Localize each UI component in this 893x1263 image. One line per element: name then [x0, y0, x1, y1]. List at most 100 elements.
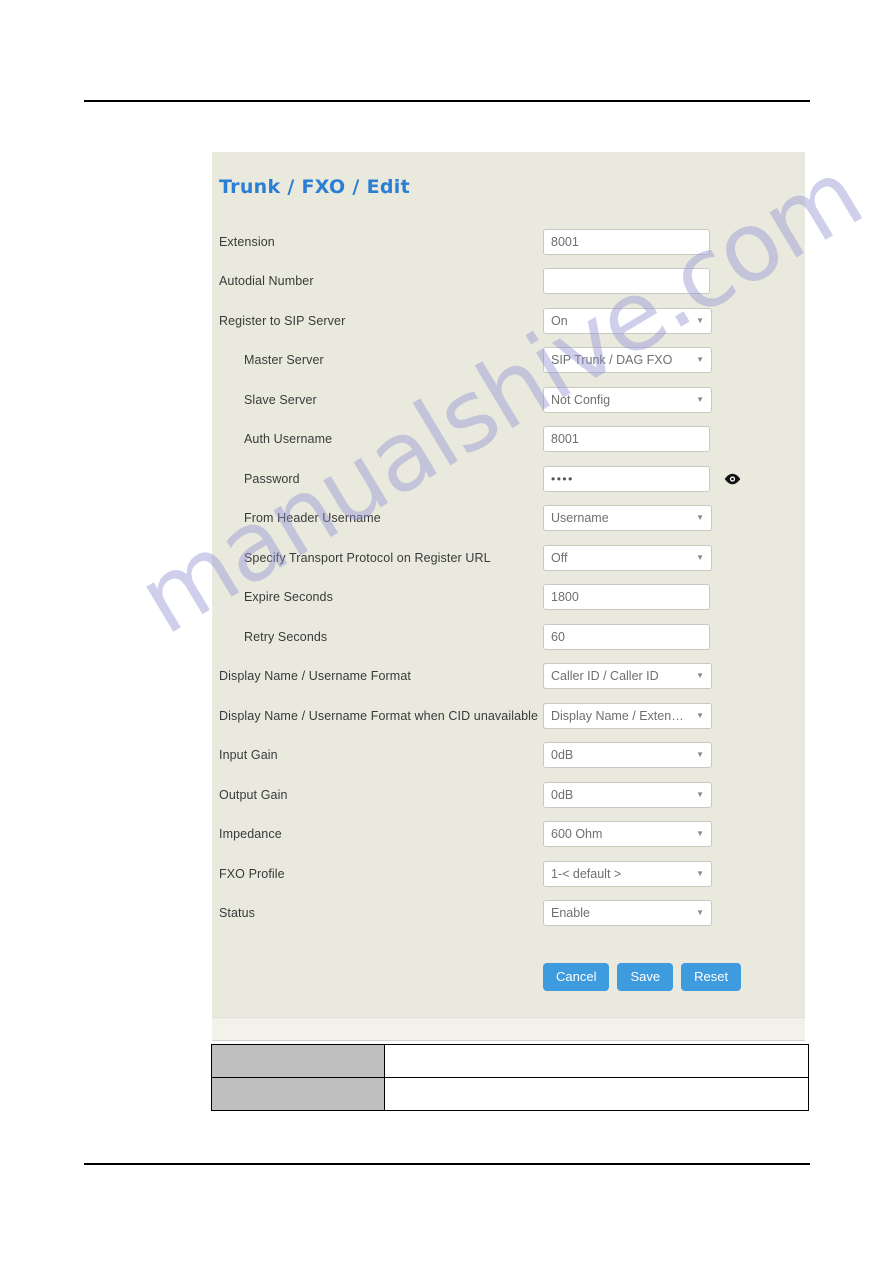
chevron-down-icon: ▼ — [696, 908, 704, 918]
chevron-down-icon: ▼ — [696, 315, 704, 325]
control-wrap-fxo-profile: 1-< default > ▼ — [543, 860, 712, 887]
label-extension: Extension — [219, 234, 275, 249]
bottom-table — [211, 1044, 809, 1111]
label-display-name-username-format-when-cid-unavailable: Display Name / Username Format when CID … — [219, 708, 539, 723]
form-row-register-to-sip-server: Register to SIP Server On ▼ — [212, 301, 805, 341]
chevron-down-icon: ▼ — [696, 750, 704, 760]
select-value-slave-server: Not Config — [551, 392, 611, 407]
control-wrap-autodial-number — [543, 268, 710, 295]
select-display-name-username-format[interactable]: Caller ID / Caller ID ▼ — [543, 663, 712, 690]
save-button[interactable]: Save — [617, 963, 674, 991]
form-row-expire-seconds: Expire Seconds — [212, 578, 805, 618]
label-output-gain: Output Gain — [219, 787, 288, 802]
control-wrap-auth-username — [543, 426, 710, 453]
form-row-display-name-username-format: Display Name / Username Format Caller ID … — [212, 657, 805, 697]
label-impedance: Impedance — [219, 827, 282, 842]
eye-icon[interactable] — [722, 472, 742, 486]
table-cell-key — [211, 1044, 385, 1078]
control-wrap-specify-transport-protocol-on-register-url: Off ▼ — [543, 544, 712, 571]
label-status: Status — [219, 906, 256, 921]
label-retry-seconds: Retry Seconds — [244, 629, 328, 644]
select-slave-server[interactable]: Not Config ▼ — [543, 386, 712, 413]
control-wrap-display-name-username-format: Caller ID / Caller ID ▼ — [543, 663, 712, 690]
input-extension[interactable] — [543, 228, 710, 255]
form-row-slave-server: Slave Server Not Config ▼ — [212, 380, 805, 420]
config-panel: Trunk / FXO / Edit Extension Autodial Num… — [212, 152, 805, 1041]
chevron-down-icon: ▼ — [696, 552, 704, 562]
chevron-down-icon: ▼ — [696, 868, 704, 878]
select-value-master-server: SIP Trunk / DAG FXO — [551, 353, 673, 368]
select-value-input-gain: 0dB — [551, 748, 574, 763]
control-wrap-output-gain: 0dB ▼ — [543, 781, 712, 808]
table-cell-key — [211, 1077, 385, 1111]
control-wrap-register-to-sip-server: On ▼ — [543, 307, 712, 334]
select-master-server[interactable]: SIP Trunk / DAG FXO ▼ — [543, 347, 712, 374]
control-wrap-input-gain: 0dB ▼ — [543, 742, 712, 769]
chevron-down-icon: ▼ — [696, 789, 704, 799]
select-impedance[interactable]: 600 Ohm ▼ — [543, 821, 712, 848]
form-row-retry-seconds: Retry Seconds — [212, 617, 805, 657]
form-row-status: Status Enable ▼ — [212, 894, 805, 934]
form-row-password: Password •••• — [212, 459, 805, 499]
page-title: Trunk / FXO / Edit — [219, 176, 410, 198]
control-wrap-master-server: SIP Trunk / DAG FXO ▼ — [543, 347, 712, 374]
chevron-down-icon: ▼ — [696, 355, 704, 365]
form-row-input-gain: Input Gain 0dB ▼ — [212, 736, 805, 776]
select-specify-transport-protocol-on-register-url[interactable]: Off ▼ — [543, 544, 712, 571]
select-display-name-username-format-when-cid-unavailable[interactable]: Display Name / Extension ▼ — [543, 702, 712, 729]
label-input-gain: Input Gain — [219, 748, 278, 763]
label-password: Password — [244, 471, 300, 486]
input-expire-seconds[interactable] — [543, 584, 710, 611]
form-row-from-header-username: From Header Username Username ▼ — [212, 499, 805, 539]
label-autodial-number: Autodial Number — [219, 274, 314, 289]
input-auth-username[interactable] — [543, 426, 710, 453]
table-cell-value — [384, 1077, 809, 1111]
select-value-display-name-username-format-when-cid-unavailable: Display Name / Extension — [551, 708, 695, 723]
select-value-status: Enable — [551, 906, 590, 921]
bottom-table-body — [211, 1044, 809, 1111]
control-wrap-password: •••• — [543, 465, 742, 492]
select-value-impedance: 600 Ohm — [551, 827, 603, 842]
select-from-header-username[interactable]: Username ▼ — [543, 505, 712, 532]
label-specify-transport-protocol-on-register-url: Specify Transport Protocol on Register U… — [244, 550, 491, 565]
form-row-auth-username: Auth Username — [212, 420, 805, 460]
form-row-specify-transport-protocol-on-register-url: Specify Transport Protocol on Register U… — [212, 538, 805, 578]
control-wrap-retry-seconds — [543, 623, 710, 650]
form-actions: Cancel Save Reset — [212, 963, 805, 991]
chevron-down-icon: ▼ — [696, 829, 704, 839]
select-status[interactable]: Enable ▼ — [543, 900, 712, 927]
form-row-display-name-username-format-when-cid-unavailable: Display Name / Username Format when CID … — [212, 696, 805, 736]
select-value-output-gain: 0dB — [551, 787, 574, 802]
label-register-to-sip-server: Register to SIP Server — [219, 313, 346, 328]
fxo-edit-form: Extension Autodial Number Register to SIP … — [212, 222, 805, 933]
form-row-fxo-profile: FXO Profile 1-< default > ▼ — [212, 854, 805, 894]
select-value-specify-transport-protocol-on-register-url: Off — [551, 550, 568, 565]
label-display-name-username-format: Display Name / Username Format — [219, 669, 411, 684]
label-expire-seconds: Expire Seconds — [244, 590, 333, 605]
control-wrap-impedance: 600 Ohm ▼ — [543, 821, 712, 848]
table-row — [211, 1044, 809, 1078]
select-output-gain[interactable]: 0dB ▼ — [543, 781, 712, 808]
footer-rule — [84, 1163, 810, 1165]
chevron-down-icon: ▼ — [696, 513, 704, 523]
header-rule — [84, 100, 810, 102]
input-password[interactable]: •••• — [543, 465, 710, 492]
label-auth-username: Auth Username — [244, 432, 333, 447]
table-row — [211, 1077, 809, 1111]
input-retry-seconds[interactable] — [543, 623, 710, 650]
form-row-output-gain: Output Gain 0dB ▼ — [212, 775, 805, 815]
control-wrap-extension — [543, 228, 710, 255]
reset-button[interactable]: Reset — [681, 963, 742, 991]
label-master-server: Master Server — [244, 353, 324, 368]
input-autodial-number[interactable] — [543, 268, 710, 295]
select-input-gain[interactable]: 0dB ▼ — [543, 742, 712, 769]
label-from-header-username: From Header Username — [244, 511, 381, 526]
select-value-from-header-username: Username — [551, 511, 609, 526]
cancel-button[interactable]: Cancel — [543, 963, 610, 991]
form-row-impedance: Impedance 600 Ohm ▼ — [212, 815, 805, 855]
select-fxo-profile[interactable]: 1-< default > ▼ — [543, 860, 712, 887]
select-register-to-sip-server[interactable]: On ▼ — [543, 307, 712, 334]
document-page: manualshive.com Trunk / FXO / Edit Exten… — [0, 0, 893, 1263]
chevron-down-icon: ▼ — [696, 671, 704, 681]
chevron-down-icon: ▼ — [696, 394, 704, 404]
